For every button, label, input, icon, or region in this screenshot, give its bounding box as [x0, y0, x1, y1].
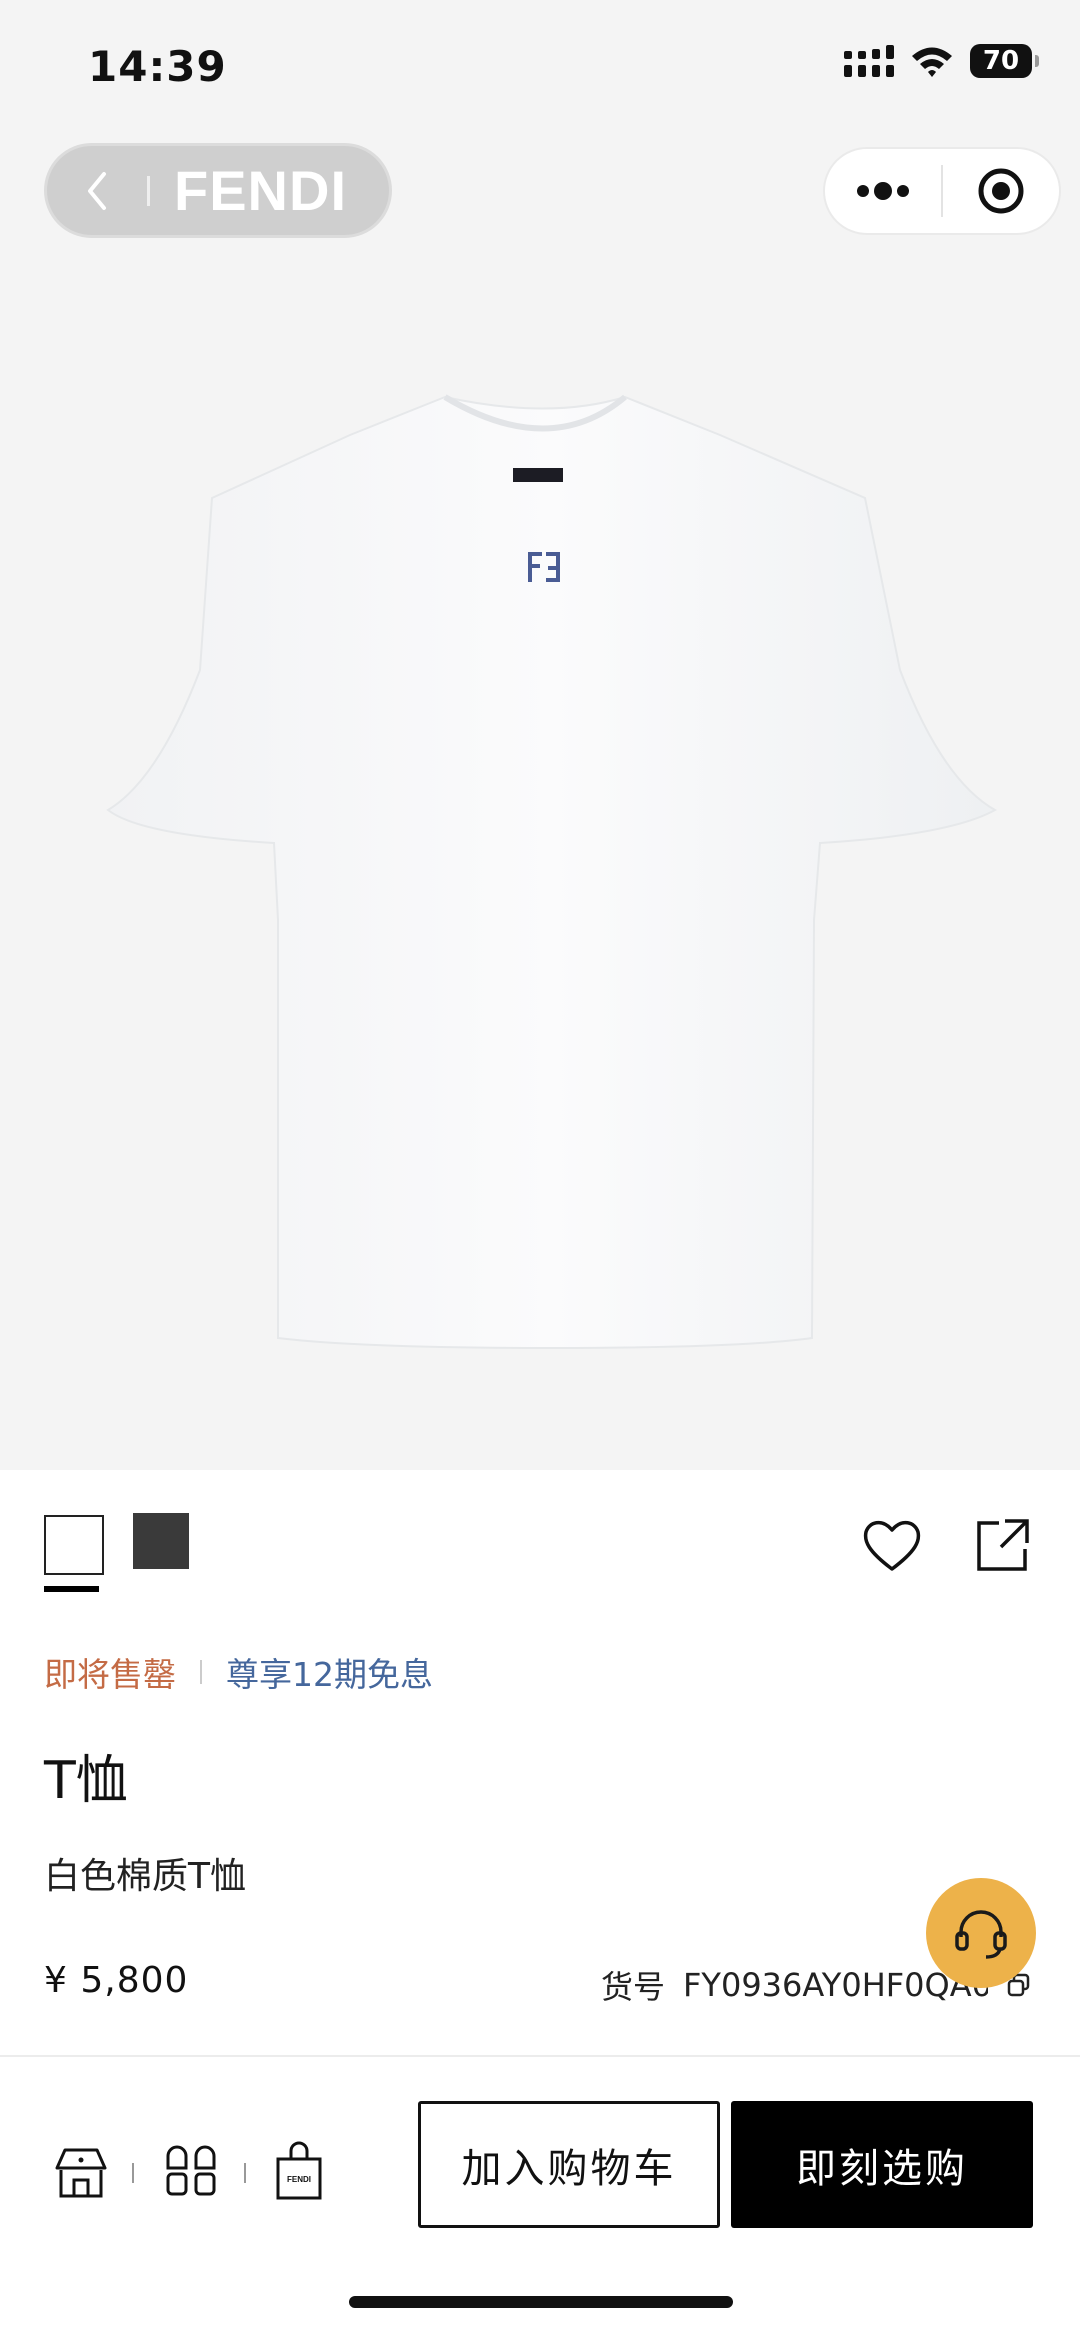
- color-swatch-dark[interactable]: [133, 1513, 189, 1569]
- add-to-cart-button[interactable]: 加入购物车: [418, 2101, 720, 2228]
- brand-logo: FENDI: [174, 159, 347, 222]
- selected-swatch-indicator: [44, 1586, 99, 1592]
- status-time: 14:39: [88, 42, 227, 91]
- tag-installment[interactable]: 尊享12期免息: [226, 1648, 433, 1696]
- shopping-bag-icon[interactable]: FENDI: [275, 2141, 323, 2201]
- customer-service-button[interactable]: [926, 1878, 1036, 1988]
- tag-divider: [200, 1660, 202, 1684]
- signal-icon: [844, 45, 894, 77]
- bottom-nav-divider: [244, 2163, 246, 2183]
- buy-now-button[interactable]: 即刻选购: [731, 2101, 1033, 2228]
- back-icon[interactable]: [47, 170, 147, 212]
- status-icons: 70: [844, 44, 1039, 78]
- bag-logo-text: FENDI: [287, 2175, 311, 2184]
- store-icon[interactable]: [53, 2144, 109, 2200]
- heart-icon[interactable]: [862, 1517, 922, 1573]
- sku-label: 货号: [600, 1968, 665, 2006]
- headset-icon: [955, 1910, 1007, 1959]
- wifi-icon: [912, 47, 952, 77]
- battery-indicator: 70: [970, 44, 1039, 78]
- categories-icon[interactable]: [165, 2144, 217, 2198]
- bottom-bar-divider: [0, 2055, 1080, 2057]
- more-icon[interactable]: [825, 149, 941, 233]
- target-icon[interactable]: [943, 149, 1059, 233]
- color-swatch-white[interactable]: [44, 1515, 104, 1575]
- tag-selling-out: 即将售罄: [44, 1655, 176, 1694]
- bottom-nav-divider: [132, 2163, 134, 2183]
- product-title: T恤: [44, 1751, 128, 1811]
- product-price: ¥ 5,800: [44, 1960, 189, 2001]
- mini-program-capsule: [823, 147, 1061, 235]
- share-icon[interactable]: [975, 1517, 1031, 1573]
- product-subtitle: 白色棉质T恤: [44, 1856, 246, 1897]
- brand-nav-pill[interactable]: FENDI: [44, 143, 392, 238]
- home-indicator: [349, 2296, 733, 2308]
- nav-divider: [147, 175, 150, 206]
- product-image[interactable]: [100, 380, 1000, 1440]
- product-tags: 即将售罄 尊享12期免息: [44, 1648, 433, 1696]
